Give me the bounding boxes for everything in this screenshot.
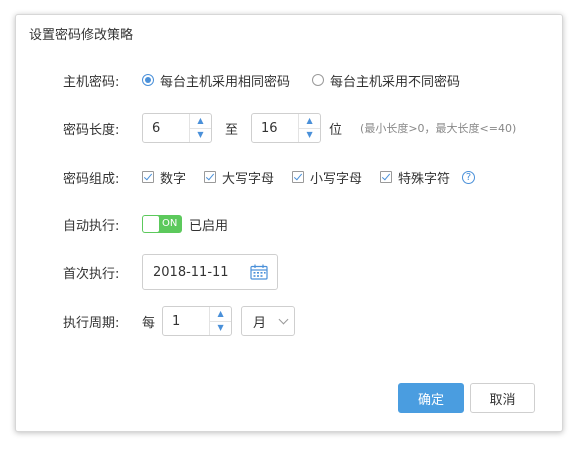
period-unit-select[interactable]: 月 [241,306,296,336]
length-unit-label: 位 [329,122,343,138]
execution-period-label: 执行周期: [63,315,120,331]
first-execution-row: 首次执行: 2018-11-11 [63,254,278,290]
date-picker[interactable]: 2018-11-11 [142,254,278,290]
calendar-icon[interactable] [250,264,268,280]
first-execution-label: 首次执行: [63,266,120,282]
max-length-value[interactable]: 16 [252,114,298,142]
date-value: 2018-11-11 [153,264,229,280]
checkbox-checked-icon [142,171,154,183]
checkbox-label: 特殊字符 [398,171,451,187]
password-length-label: 密码长度: [63,122,120,138]
increment-icon[interactable]: ▲ [190,114,211,129]
password-composition-row: 密码组成: 数字 大写字母 小写字母 特殊字符 ? [63,160,476,194]
auto-execute-status: 已启用 [189,218,229,234]
min-length-value[interactable]: 6 [143,114,189,142]
increment-icon[interactable]: ▲ [210,307,232,322]
length-hint: (最小长度>0，最大长度<=40) [360,122,517,135]
period-stepper[interactable]: 1 ▲ ▼ [162,306,233,336]
period-prefix: 每 [142,315,156,331]
execution-period-row: 执行周期: 每 1 ▲ ▼ 月 [63,304,296,338]
toggle-knob [143,216,159,232]
confirm-button[interactable]: 确定 [398,383,464,413]
decrement-icon[interactable]: ▼ [299,129,320,143]
password-length-row: 密码长度: 6 ▲ ▼ 至 16 ▲ ▼ 位 (最小长度>0，最大长度<=40) [63,111,516,145]
dialog-title: 设置密码修改策略 [29,28,134,43]
host-password-row: 主机密码: 每台主机采用相同密码 每台主机采用不同密码 [63,63,482,97]
auto-execute-label: 自动执行: [63,218,120,234]
radio-same-password[interactable]: 每台主机采用相同密码 [142,71,290,90]
chevron-down-icon [278,314,289,324]
toggle-on-text: ON [162,218,178,229]
checkbox-special-chars[interactable]: 特殊字符 [380,168,450,187]
range-to-label: 至 [225,122,239,138]
decrement-icon[interactable]: ▼ [190,129,211,143]
help-icon[interactable]: ? [462,170,476,184]
radio-label: 每台主机采用相同密码 [160,74,291,90]
period-value[interactable]: 1 [163,307,209,335]
max-length-stepper[interactable]: 16 ▲ ▼ [251,113,322,143]
password-composition-label: 密码组成: [63,171,120,187]
period-unit-value: 月 [253,315,267,331]
checkbox-digits[interactable]: 数字 [142,168,186,187]
auto-execute-toggle[interactable]: ON [142,215,182,233]
min-length-stepper[interactable]: 6 ▲ ▼ [142,113,212,143]
checkbox-lowercase[interactable]: 小写字母 [292,168,362,187]
checkbox-checked-icon [380,171,393,183]
increment-icon[interactable]: ▲ [299,114,321,129]
password-policy-dialog: 设置密码修改策略 主机密码: 每台主机采用相同密码 每台主机采用不同密码 密码长… [15,14,563,432]
radio-unselected-icon [312,74,325,86]
auto-execute-row: 自动执行: ON 已启用 [63,207,228,241]
radio-label: 每台主机采用不同密码 [330,74,461,90]
checkbox-uppercase[interactable]: 大写字母 [204,168,274,187]
radio-different-password[interactable]: 每台主机采用不同密码 [312,71,460,90]
checkbox-checked-icon [292,171,305,183]
checkbox-label: 小写字母 [310,171,363,187]
cancel-button[interactable]: 取消 [470,383,535,413]
checkbox-label: 数字 [160,171,187,187]
radio-selected-icon [142,74,154,86]
checkbox-label: 大写字母 [222,171,275,187]
checkbox-checked-icon [204,171,217,183]
host-password-label: 主机密码: [63,74,120,90]
decrement-icon[interactable]: ▼ [210,322,231,336]
